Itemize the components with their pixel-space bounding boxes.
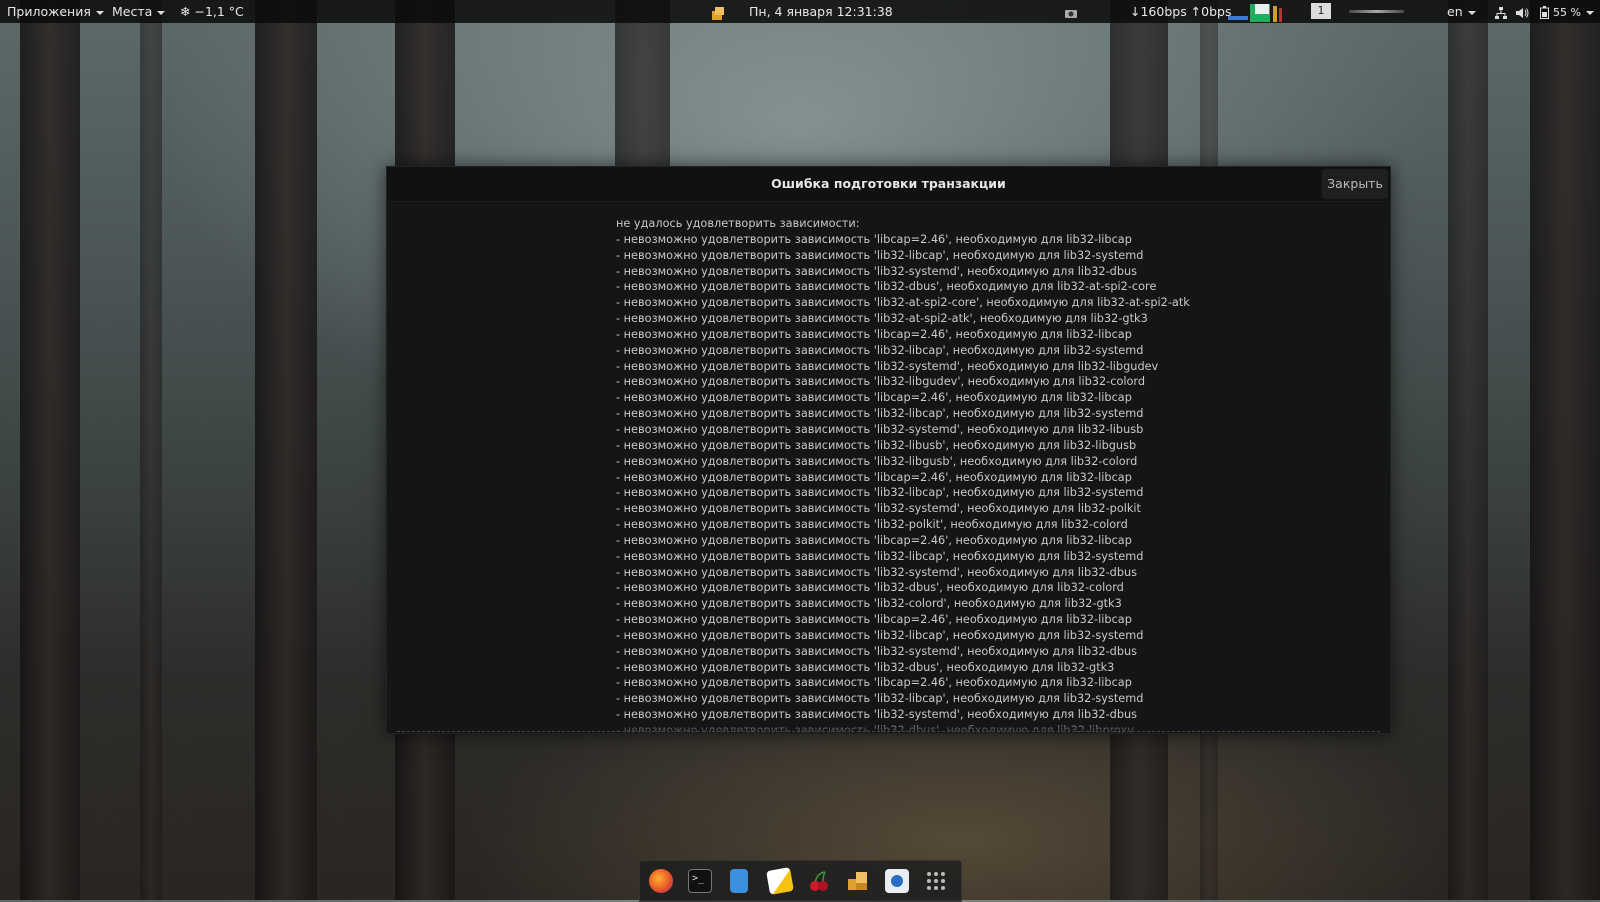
- weather-widget[interactable]: ❄ −1,1 °C: [180, 0, 244, 23]
- weather-temperature: −1,1 °C: [194, 4, 244, 19]
- error-message-line: - невозможно удовлетворить зависимость '…: [616, 565, 1138, 579]
- chevron-down-icon: [157, 10, 166, 15]
- error-message-list: не удалось удовлетворить зависимости: - н…: [616, 216, 1190, 733]
- package-manager-icon[interactable]: [846, 869, 870, 893]
- error-message-line: - невозможно удовлетворить зависимость '…: [616, 613, 1132, 627]
- error-message-line: - невозможно удовлетворить зависимость '…: [616, 533, 1132, 547]
- package-notification-icon[interactable]: [710, 0, 726, 23]
- close-button[interactable]: Закрыть: [1322, 169, 1388, 199]
- error-message-line: - невозможно удовлетворить зависимость '…: [616, 280, 1157, 294]
- applications-label: Приложения: [7, 4, 91, 19]
- places-menu[interactable]: Места: [112, 0, 166, 23]
- error-message-line: - невозможно удовлетворить зависимость '…: [616, 438, 1137, 452]
- chevron-down-icon: [95, 10, 104, 15]
- error-message-line: - невозможно удовлетворить зависимость '…: [616, 644, 1138, 658]
- system-monitor-graph[interactable]: [1228, 2, 1293, 29]
- dialog-body[interactable]: не удалось удовлетворить зависимости: - н…: [387, 202, 1390, 733]
- error-message-line: - невозможно удовлетворить зависимость '…: [616, 375, 1146, 389]
- workspace-indicator[interactable]: 1: [1311, 3, 1331, 19]
- keyboard-layout-label: en: [1447, 4, 1463, 19]
- dock: >_: [639, 860, 962, 902]
- snowflake-icon: ❄: [180, 4, 191, 19]
- dialog-titlebar[interactable]: Ошибка подготовки транзакции Закрыть: [387, 167, 1390, 202]
- file-manager-icon[interactable]: [730, 869, 748, 893]
- speaker-icon[interactable]: [1516, 0, 1530, 23]
- network-speed: ↓160bps ↑0bps: [1130, 4, 1232, 19]
- error-message-line: - невозможно удовлетворить зависимость '…: [616, 454, 1138, 468]
- chevron-down-icon: [1585, 10, 1594, 15]
- app-grid-icon[interactable]: [924, 869, 948, 893]
- text-editor-icon[interactable]: [766, 867, 794, 895]
- places-label: Места: [112, 4, 153, 19]
- error-message-line: - невозможно удовлетворить зависимость '…: [616, 264, 1138, 278]
- installer-icon[interactable]: [885, 869, 909, 893]
- chevron-down-icon: [1467, 10, 1476, 15]
- error-message-line: - невозможно удовлетворить зависимость '…: [616, 470, 1132, 484]
- screenshot-icon[interactable]: [1064, 0, 1078, 23]
- terminal-icon[interactable]: >_: [688, 869, 712, 893]
- cherry-app-icon[interactable]: [807, 869, 831, 893]
- error-message-line: - невозможно удовлетворить зависимость '…: [616, 312, 1148, 326]
- error-message-line: - невозможно удовлетворить зависимость '…: [616, 232, 1132, 246]
- volume-level-bar[interactable]: [1349, 10, 1404, 13]
- error-message-line: - невозможно удовлетворить зависимость '…: [616, 359, 1159, 373]
- error-message-line: - невозможно удовлетворить зависимость '…: [616, 660, 1115, 674]
- applications-menu[interactable]: Приложения: [7, 0, 104, 23]
- scroll-edge-line: [397, 731, 1380, 732]
- error-message-line: - невозможно удовлетворить зависимость '…: [616, 549, 1144, 563]
- battery-indicator[interactable]: 55 %: [1540, 0, 1594, 24]
- error-message-line: - невозможно удовлетворить зависимость '…: [616, 391, 1132, 405]
- error-message-line: - невозможно удовлетворить зависимость '…: [616, 518, 1128, 532]
- network-icon[interactable]: [1495, 0, 1507, 23]
- error-message-line: - невозможно удовлетворить зависимость '…: [616, 692, 1144, 706]
- clock[interactable]: Пн, 4 января 12:31:38: [749, 0, 893, 23]
- dialog-title: Ошибка подготовки транзакции: [771, 176, 1006, 191]
- error-message-line: - невозможно удовлетворить зависимость '…: [616, 581, 1124, 595]
- error-message-line: - невозможно удовлетворить зависимость '…: [616, 296, 1190, 310]
- error-message-line: - невозможно удовлетворить зависимость '…: [616, 597, 1122, 611]
- error-message-line: - невозможно удовлетворить зависимость '…: [616, 248, 1144, 262]
- error-message-line: - невозможно удовлетворить зависимость '…: [616, 486, 1144, 500]
- error-message-line: - невозможно удовлетворить зависимость '…: [616, 502, 1141, 516]
- battery-icon: [1540, 6, 1549, 19]
- keyboard-layout-menu[interactable]: en: [1447, 0, 1476, 23]
- error-message-header: не удалось удовлетворить зависимости:: [616, 217, 860, 230]
- battery-percentage: 55 %: [1552, 6, 1581, 19]
- error-message-line: - невозможно удовлетворить зависимость '…: [616, 628, 1144, 642]
- firefox-icon[interactable]: [649, 869, 673, 893]
- error-message-line: - невозможно удовлетворить зависимость '…: [616, 327, 1132, 341]
- error-message-line: - невозможно удовлетворить зависимость '…: [616, 422, 1144, 436]
- error-message-line: - невозможно удовлетворить зависимость '…: [616, 343, 1144, 357]
- error-message-line: - невозможно удовлетворить зависимость '…: [616, 407, 1144, 421]
- error-message-line: - невозможно удовлетворить зависимость '…: [616, 676, 1132, 690]
- transaction-error-dialog: Ошибка подготовки транзакции Закрыть не …: [386, 166, 1391, 734]
- top-panel: Приложения Места ❄ −1,1 °C Пн, 4 января …: [0, 0, 1600, 23]
